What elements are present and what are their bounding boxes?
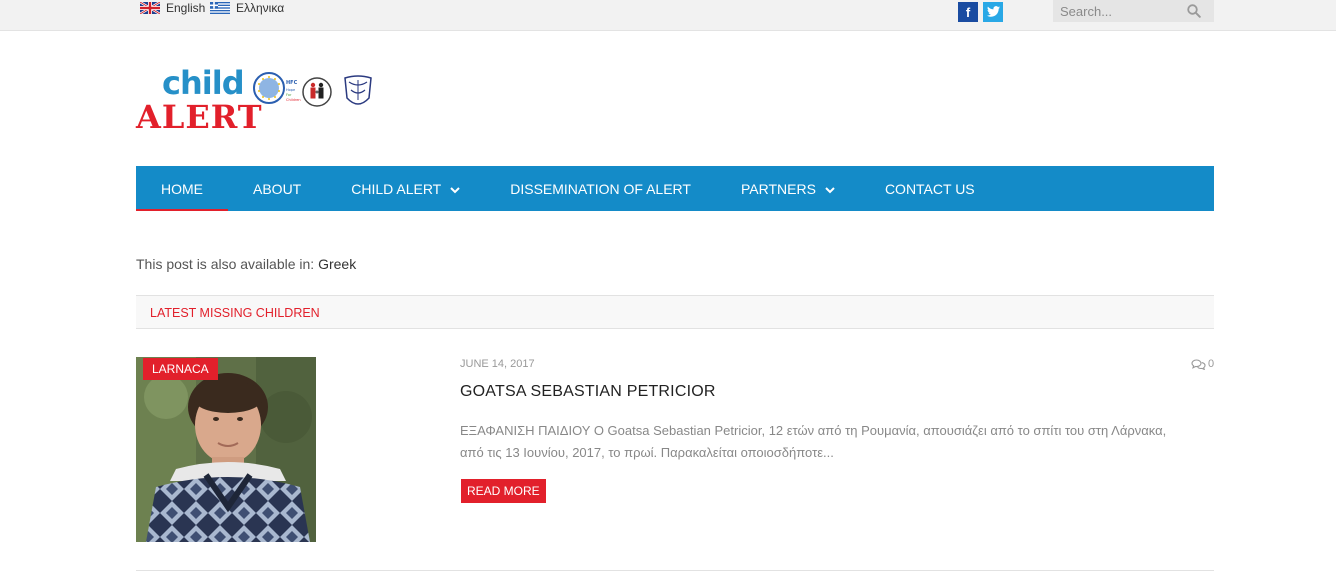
chevron-down-icon [450,181,460,197]
post-excerpt-line: από τις 13 Ιουνίου, 2017, το πρωί. Παρακ… [460,445,834,460]
category-badge[interactable]: LARNACA [143,358,218,380]
nav-item-dissemination[interactable]: DISSEMINATION OF ALERT [485,166,716,211]
greek-translation-link[interactable]: Greek [318,256,356,272]
greece-flag-icon [210,2,230,14]
read-more-button[interactable]: READ MORE [461,479,546,503]
main-navigation: HOME ABOUT CHILD ALERT DISSEMINATION OF … [136,166,1214,211]
language-greek-link[interactable]: Ελληνικα [210,1,284,15]
search-box [1053,0,1214,22]
nav-item-label: CHILD ALERT [351,180,442,197]
language-english-label: English [166,1,206,15]
nav-item-child-alert[interactable]: CHILD ALERT [326,166,485,211]
nav-item-home[interactable]: HOME [136,166,228,211]
twitter-icon [986,5,1000,20]
nav-item-label: PARTNERS [740,180,816,197]
nav-item-label: CONTACT US [884,180,975,197]
post-date: JUNE 14, 2017 [460,358,535,370]
language-greek-label: Ελληνικα [236,1,285,15]
logo-child-text: child [162,64,245,102]
post-excerpt-line: ΕΞΑΦΑΝΙΣΗ ΠΑΙΔΙΟΥ Ο Goatsa Sebastian Pet… [460,423,1167,438]
emblem-for-text: For [286,93,292,97]
uk-flag-icon [139,0,161,16]
child-photo-image [136,357,316,542]
nav-item-label: DISSEMINATION OF ALERT [510,180,691,197]
translation-notice: This post is also available in: Greek [136,256,356,272]
post-excerpt: ΕΞΑΦΑΝΙΣΗ ΠΑΙΔΙΟΥ Ο Goatsa Sebastian Pet… [460,420,1200,464]
translation-notice-text: This post is also available in: [136,256,319,272]
comment-count-value: 0 [1208,358,1215,370]
post-title[interactable]: GOATSA SEBASTIAN PETRICIOR [460,383,716,401]
nav-item-partners[interactable]: PARTNERS [716,166,860,211]
site-logo[interactable]: child ALERT HFC Hope For Children [136,64,381,140]
facebook-icon: f [965,4,971,20]
emblem-children-text: Children [286,98,301,102]
search-icon[interactable] [1187,4,1201,23]
section-header: LATEST MISSING CHILDREN [136,295,1214,329]
facebook-button[interactable]: f [958,2,978,22]
comment-count[interactable]: 0 [1191,358,1214,370]
chevron-down-icon [825,181,835,197]
logo-alert-text: ALERT [136,98,263,136]
post-thumbnail[interactable] [136,357,316,542]
emblem-hfc-text: HFC [286,80,298,86]
search-input[interactable] [1053,0,1173,22]
divider [136,570,1214,571]
partner-emblems-icon: HFC Hope For Children [253,72,372,107]
nav-item-label: ABOUT [253,180,302,197]
language-english-link[interactable]: English [139,0,206,16]
comments-icon [1191,358,1206,370]
nav-item-about[interactable]: ABOUT [228,166,326,211]
section-title: LATEST MISSING CHILDREN [150,306,320,320]
top-bar: English Ελληνικα f [0,0,1336,31]
emblem-hope-text: Hope [286,88,295,92]
nav-item-label: HOME [161,180,203,197]
nav-item-contact[interactable]: CONTACT US [860,166,1000,211]
twitter-button[interactable] [983,2,1003,22]
